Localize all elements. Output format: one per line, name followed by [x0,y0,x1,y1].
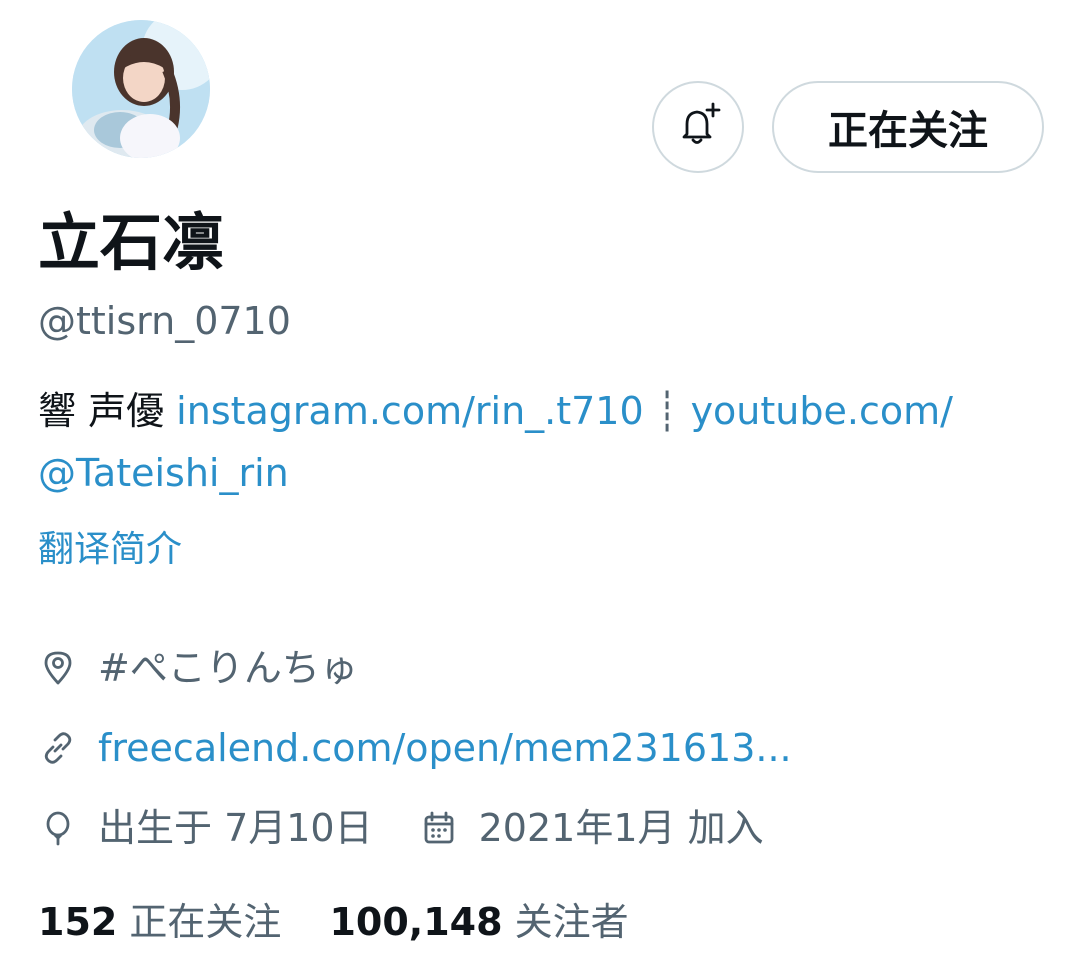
bell-plus-icon [673,100,723,154]
bio-separator: ┊ [655,389,679,433]
website-link[interactable]: freecalend.com/open/mem231613... [98,724,792,772]
instagram-link[interactable]: instagram.com/rin_.t710 [176,389,644,433]
location-pin-icon [38,648,78,688]
joined-text: 2021年1月 加入 [478,806,764,850]
followers-count: 100,148 [329,900,503,944]
bio-text: 響 声優 [38,389,177,433]
followers-stat[interactable]: 100,148 关注者 [329,896,628,948]
profile-birthday-joined: 出生于 7月10日 2021年1月 加入 [38,804,764,852]
following-button[interactable]: 正在关注 [772,81,1044,173]
profile-location: #ぺこりんちゅ [38,644,358,692]
following-stat[interactable]: 152 正在关注 [38,896,281,948]
following-count: 152 [38,900,118,944]
youtube-link-part1[interactable]: youtube.com/ [691,389,953,433]
profile-website: freecalend.com/open/mem231613... [38,724,792,772]
profile-bio: 響 声優 instagram.com/rin_.t710 ┊ youtube.com… [38,380,1048,504]
translate-bio-link[interactable]: 翻译简介 [38,528,182,572]
profile-handle: @ttisrn_0710 [38,299,291,343]
calendar-icon [419,808,459,848]
notifications-bell-button[interactable] [652,81,744,173]
profile-name: 立石凛 [38,206,225,279]
link-icon [38,728,78,768]
balloon-icon [38,808,78,848]
profile-stats: 152 正在关注 100,148 关注者 [38,896,629,948]
following-label: 正在关注 [129,900,282,944]
birthday-text: 出生于 7月10日 [98,806,373,850]
location-text: #ぺこりんちゅ [98,646,358,690]
avatar[interactable] [72,20,210,158]
youtube-link-part2[interactable]: @Tateishi_rin [38,451,289,495]
followers-label: 关注者 [514,900,629,944]
